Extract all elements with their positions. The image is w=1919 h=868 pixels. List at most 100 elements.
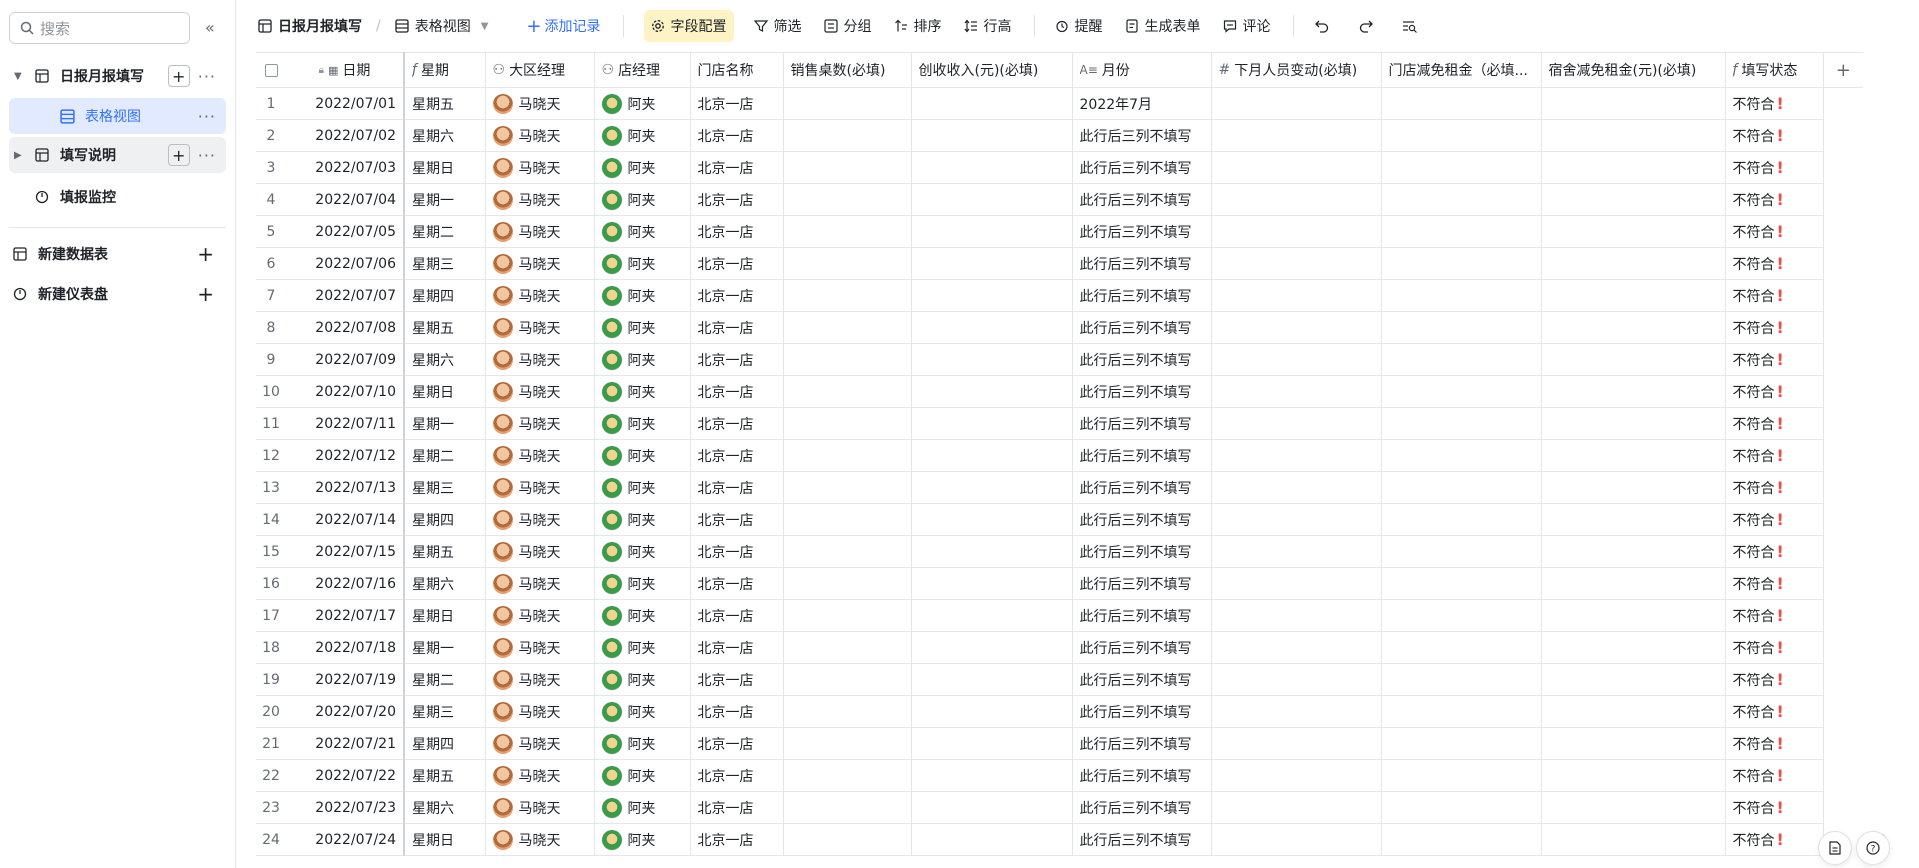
undo-button[interactable]	[1314, 19, 1336, 33]
reminder-button[interactable]: 提醒	[1055, 16, 1103, 36]
cell-staff-change[interactable]	[1211, 663, 1382, 696]
cell-revenue[interactable]	[911, 471, 1073, 504]
cell-sales-tables[interactable]	[783, 151, 912, 184]
row-number[interactable]: 21	[256, 727, 286, 760]
cell-dorm-rent-relief[interactable]	[1541, 375, 1726, 408]
cell-dorm-rent-relief[interactable]	[1541, 343, 1726, 376]
cell-staff-change[interactable]	[1211, 471, 1382, 504]
cell-store-rent-relief[interactable]	[1381, 567, 1542, 600]
cell-store-name[interactable]: 北京一店	[690, 151, 784, 184]
cell-store-manager[interactable]: 阿夹	[594, 183, 691, 216]
cell-sales-tables[interactable]	[783, 119, 912, 152]
column-header-staff-change[interactable]: # 下月人员变动(必填)	[1211, 52, 1382, 88]
cell-revenue[interactable]	[911, 151, 1073, 184]
more-icon[interactable]: ···	[198, 67, 216, 86]
add-record-button[interactable]: + 添加记录	[526, 16, 600, 37]
cell-store-name[interactable]: 北京一店	[690, 375, 784, 408]
cell-status[interactable]: 不符合!	[1725, 87, 1824, 120]
cell-staff-change[interactable]	[1211, 247, 1382, 280]
cell-revenue[interactable]	[911, 215, 1073, 248]
cell-store-rent-relief[interactable]	[1381, 375, 1542, 408]
add-column-button[interactable]: +	[1823, 52, 1863, 88]
cell-revenue[interactable]	[911, 503, 1073, 536]
cell-month[interactable]: 此行后三列不填写	[1072, 151, 1212, 184]
cell-date[interactable]: 2022/07/22	[286, 759, 405, 792]
cell-store-manager[interactable]: 阿夹	[594, 631, 691, 664]
cell-date[interactable]: 2022/07/05	[286, 215, 405, 248]
row-number[interactable]: 23	[256, 791, 286, 824]
cell-weekday[interactable]: 星期二	[404, 439, 486, 472]
cell-dorm-rent-relief[interactable]	[1541, 503, 1726, 536]
cell-staff-change[interactable]	[1211, 631, 1382, 664]
cell-store-manager[interactable]: 阿夹	[594, 567, 691, 600]
cell-date[interactable]: 2022/07/20	[286, 695, 405, 728]
cell-store-manager[interactable]: 阿夹	[594, 759, 691, 792]
cell-revenue[interactable]	[911, 535, 1073, 568]
cell-weekday[interactable]: 星期一	[404, 183, 486, 216]
table-row[interactable]: 15 2022/07/15 星期五 马晓天 阿夹 北京一店 此行后三列不填写 不符合!	[256, 535, 1863, 568]
cell-staff-change[interactable]	[1211, 535, 1382, 568]
cell-date[interactable]: 2022/07/06	[286, 247, 405, 280]
cell-sales-tables[interactable]	[783, 503, 912, 536]
table-row[interactable]: 3 2022/07/03 星期日 马晓天 阿夹 北京一店 此行后三列不填写 不符合!	[256, 151, 1863, 184]
table-row[interactable]: 7 2022/07/07 星期四 马晓天 阿夹 北京一店 此行后三列不填写 不符合!	[256, 279, 1863, 312]
column-header-weekday[interactable]: ƒ 星期	[404, 52, 486, 88]
cell-sales-tables[interactable]	[783, 535, 912, 568]
cell-dorm-rent-relief[interactable]	[1541, 535, 1726, 568]
cell-status[interactable]: 不符合!	[1725, 407, 1824, 440]
cell-region-manager[interactable]: 马晓天	[485, 151, 595, 184]
cell-date[interactable]: 2022/07/24	[286, 823, 405, 856]
row-number[interactable]: 11	[256, 407, 286, 440]
cell-revenue[interactable]	[911, 567, 1073, 600]
cell-weekday[interactable]: 星期五	[404, 535, 486, 568]
cell-revenue[interactable]	[911, 87, 1073, 120]
cell-dorm-rent-relief[interactable]	[1541, 567, 1726, 600]
row-number[interactable]: 13	[256, 471, 286, 504]
cell-status[interactable]: 不符合!	[1725, 791, 1824, 824]
cell-region-manager[interactable]: 马晓天	[485, 375, 595, 408]
cell-staff-change[interactable]	[1211, 215, 1382, 248]
cell-region-manager[interactable]: 马晓天	[485, 503, 595, 536]
cell-month[interactable]: 2022年7月	[1072, 87, 1212, 120]
cell-revenue[interactable]	[911, 695, 1073, 728]
cell-store-name[interactable]: 北京一店	[690, 119, 784, 152]
table-row[interactable]: 16 2022/07/16 星期六 马晓天 阿夹 北京一店 此行后三列不填写 不符合!	[256, 567, 1863, 600]
more-icon[interactable]: ···	[198, 107, 216, 126]
cell-month[interactable]: 此行后三列不填写	[1072, 439, 1212, 472]
cell-store-manager[interactable]: 阿夹	[594, 727, 691, 760]
cell-sales-tables[interactable]	[783, 311, 912, 344]
cell-date[interactable]: 2022/07/14	[286, 503, 405, 536]
cell-weekday[interactable]: 星期四	[404, 279, 486, 312]
cell-store-name[interactable]: 北京一店	[690, 343, 784, 376]
cell-store-rent-relief[interactable]	[1381, 631, 1542, 664]
column-header-revenue[interactable]: 创收收入(元)(必填)	[911, 52, 1073, 88]
cell-region-manager[interactable]: 马晓天	[485, 567, 595, 600]
plus-icon[interactable]: +	[197, 242, 214, 266]
cell-weekday[interactable]: 星期六	[404, 119, 486, 152]
cell-month[interactable]: 此行后三列不填写	[1072, 695, 1212, 728]
cell-store-rent-relief[interactable]	[1381, 407, 1542, 440]
cell-revenue[interactable]	[911, 407, 1073, 440]
cell-weekday[interactable]: 星期三	[404, 247, 486, 280]
cell-dorm-rent-relief[interactable]	[1541, 695, 1726, 728]
cell-store-rent-relief[interactable]	[1381, 695, 1542, 728]
cell-sales-tables[interactable]	[783, 567, 912, 600]
cell-staff-change[interactable]	[1211, 343, 1382, 376]
cell-sales-tables[interactable]	[783, 343, 912, 376]
cell-status[interactable]: 不符合!	[1725, 119, 1824, 152]
cell-weekday[interactable]: 星期五	[404, 87, 486, 120]
cell-date[interactable]: 2022/07/17	[286, 599, 405, 632]
cell-month[interactable]: 此行后三列不填写	[1072, 599, 1212, 632]
cell-status[interactable]: 不符合!	[1725, 631, 1824, 664]
cell-dorm-rent-relief[interactable]	[1541, 311, 1726, 344]
filter-button[interactable]: 筛选	[753, 16, 802, 36]
cell-dorm-rent-relief[interactable]	[1541, 663, 1726, 696]
cell-store-rent-relief[interactable]	[1381, 311, 1542, 344]
cell-staff-change[interactable]	[1211, 567, 1382, 600]
cell-store-rent-relief[interactable]	[1381, 87, 1542, 120]
column-header-store-rent-relief[interactable]: 门店减免租金（必填...	[1381, 52, 1542, 88]
cell-month[interactable]: 此行后三列不填写	[1072, 311, 1212, 344]
cell-dorm-rent-relief[interactable]	[1541, 407, 1726, 440]
cell-store-manager[interactable]: 阿夹	[594, 343, 691, 376]
cell-region-manager[interactable]: 马晓天	[485, 183, 595, 216]
